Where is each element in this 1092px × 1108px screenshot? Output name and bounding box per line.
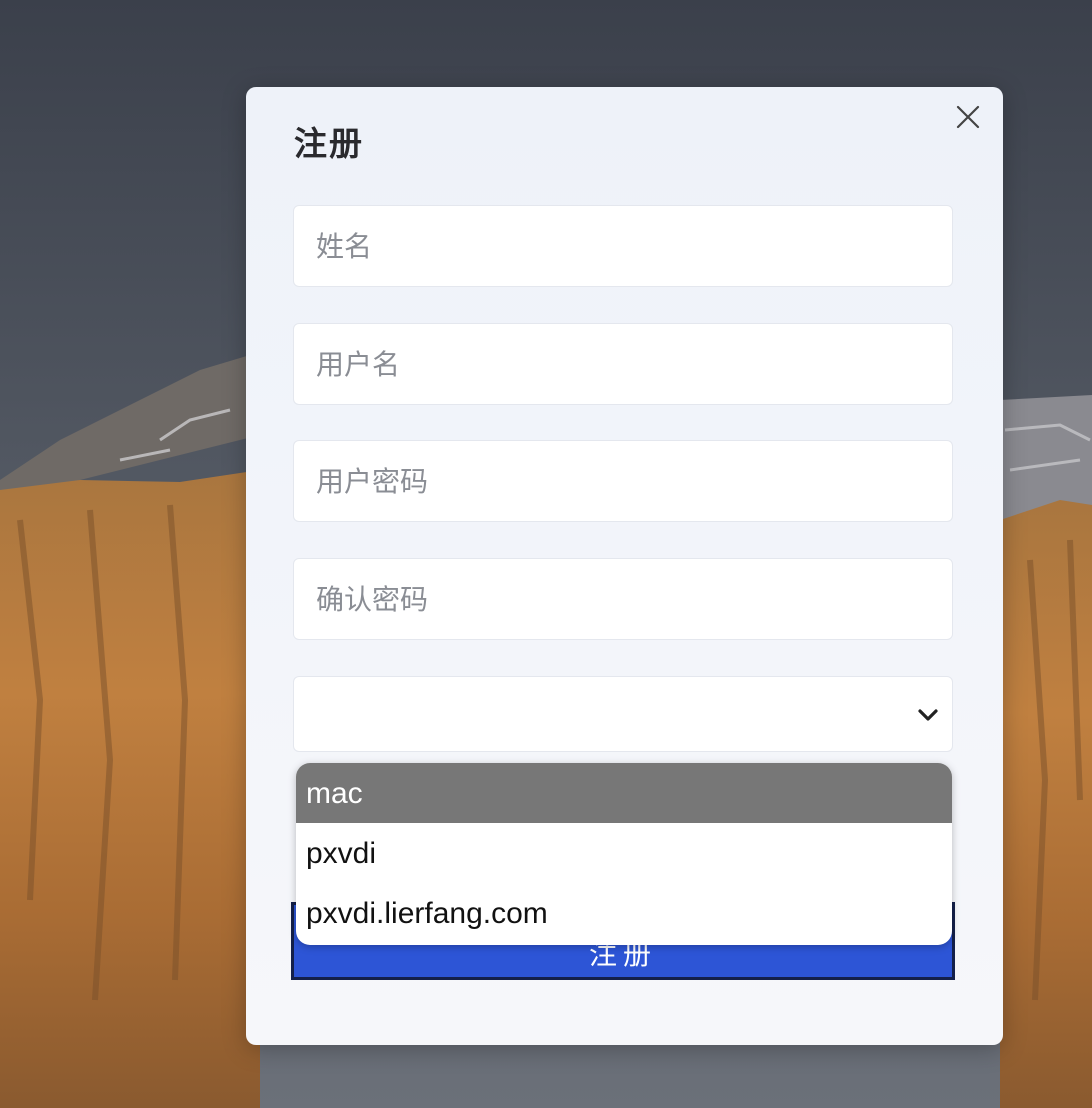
password-input[interactable]: [294, 441, 952, 521]
name-field-wrapper: [293, 205, 953, 287]
confirm-password-field-wrapper: [293, 558, 953, 640]
chevron-down-icon: [918, 709, 938, 721]
dialog-title: 注册: [294, 124, 364, 163]
close-icon: [956, 105, 980, 129]
domain-dropdown-list: mac pxvdi pxvdi.lierfang.com: [296, 763, 952, 945]
confirm-password-input[interactable]: [294, 559, 952, 639]
password-field-wrapper: [293, 440, 953, 522]
domain-option-pxvdi-lierfang[interactable]: pxvdi.lierfang.com: [296, 883, 952, 943]
domain-option-mac[interactable]: mac: [296, 763, 952, 823]
username-input[interactable]: [294, 324, 952, 404]
name-input[interactable]: [294, 206, 952, 286]
domain-option-pxvdi[interactable]: pxvdi: [296, 823, 952, 883]
domain-select[interactable]: [293, 676, 953, 752]
close-button[interactable]: [952, 101, 984, 133]
username-field-wrapper: [293, 323, 953, 405]
